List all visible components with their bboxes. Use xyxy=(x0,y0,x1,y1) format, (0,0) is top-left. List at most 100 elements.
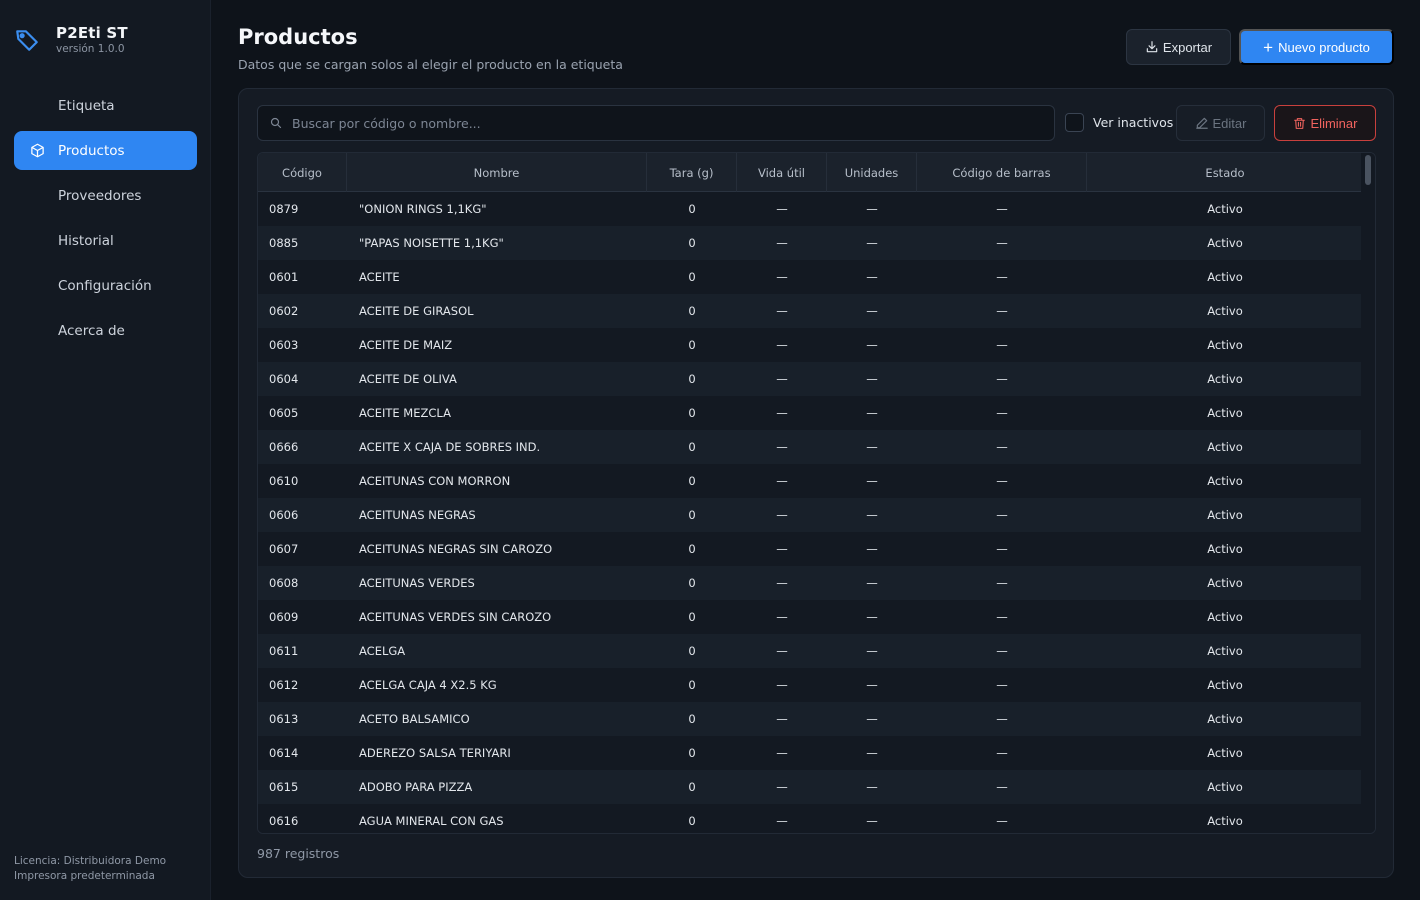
cell-tara: 0 xyxy=(688,304,696,318)
column-header-vida-util[interactable]: Vida útil xyxy=(737,153,827,192)
cell-vida-util: — xyxy=(776,678,788,692)
cell-codigo: 0609 xyxy=(269,610,299,624)
cell-unidades: — xyxy=(866,576,878,590)
table-row[interactable]: 0666 ACEITE X CAJA DE SOBRES IND. 0 — — — Acti… xyxy=(258,430,1363,464)
pencil-icon xyxy=(1195,117,1208,129)
table-row[interactable]: 0604 ACEITE DE OLIVA 0 — — — Activo xyxy=(258,362,1363,396)
sidebar-item-label: Acerca de xyxy=(58,322,125,339)
sidebar-item-proveedores[interactable]: Proveedores xyxy=(14,176,197,215)
table-row[interactable]: 0607 ACEITUNAS NEGRAS SIN CAROZO 0 — — — Activ… xyxy=(258,532,1363,566)
cell-tara: 0 xyxy=(688,746,696,760)
show-inactive-checkbox[interactable] xyxy=(1065,113,1084,132)
table-row[interactable]: 0615 ADOBO PARA PIZZA 0 — — — Activo xyxy=(258,770,1363,804)
sidebar-item-productos[interactable]: Productos xyxy=(14,131,197,170)
cell-tara: 0 xyxy=(688,202,696,216)
table-row[interactable]: 0611 ACELGA 0 — — — Activo xyxy=(258,634,1363,668)
cell-unidades: — xyxy=(866,304,878,318)
cell-vida-util: — xyxy=(776,236,788,250)
table-row[interactable]: 0601 ACEITE 0 — — — Activo xyxy=(258,260,1363,294)
cell-estado: Activo xyxy=(1207,440,1243,454)
export-button[interactable]: Exportar xyxy=(1126,29,1231,65)
sidebar-nav: Etiqueta Productos Proveedores Historial… xyxy=(14,86,197,356)
cell-tara: 0 xyxy=(688,372,696,386)
cell-codigo: 0611 xyxy=(269,644,299,658)
record-count: 987 registros xyxy=(257,846,340,861)
search-input[interactable] xyxy=(292,106,1042,140)
cell-nombre: ACELGA xyxy=(359,644,406,658)
table-row[interactable]: 0885 "PAPAS NOISETTE 1,1KG" 0 — — — Activo xyxy=(258,226,1363,260)
column-header-estado[interactable]: Estado xyxy=(1087,153,1363,192)
printer-text: Impresora predeterminada xyxy=(14,870,155,882)
edit-button[interactable]: Editar xyxy=(1176,105,1265,141)
cell-unidades: — xyxy=(866,202,878,216)
cell-tara: 0 xyxy=(688,644,696,658)
cell-codigo: 0666 xyxy=(269,440,299,454)
page-subtitle: Datos que se cargan solos al elegir el p… xyxy=(238,57,623,72)
cell-unidades: — xyxy=(866,542,878,556)
products-table: Código Nombre Tara (g) Vida útil Unidade… xyxy=(257,152,1376,834)
table-row[interactable]: 0610 ACEITUNAS CON MORRON 0 — — — Activo xyxy=(258,464,1363,498)
sidebar-item-etiqueta[interactable]: Etiqueta xyxy=(14,86,197,125)
cell-vida-util: — xyxy=(776,474,788,488)
cell-vida-util: — xyxy=(776,440,788,454)
cell-nombre: ACETO BALSAMICO xyxy=(359,712,470,726)
cell-estado: Activo xyxy=(1207,338,1243,352)
tag-icon xyxy=(16,30,38,51)
cell-estado: Activo xyxy=(1207,270,1243,284)
scrollbar-thumb[interactable] xyxy=(1365,155,1371,185)
cell-estado: Activo xyxy=(1207,644,1243,658)
cell-codigo: 0604 xyxy=(269,372,299,386)
cell-codigo-barras: — xyxy=(996,712,1008,726)
table-row[interactable]: 0605 ACEITE MEZCLA 0 — — — Activo xyxy=(258,396,1363,430)
column-header-nombre[interactable]: Nombre xyxy=(347,153,647,192)
cell-tara: 0 xyxy=(688,270,696,284)
sidebar-item-acerca-de[interactable]: Acerca de xyxy=(14,311,197,350)
table-row[interactable]: 0608 ACEITUNAS VERDES 0 — — — Activo xyxy=(258,566,1363,600)
cell-estado: Activo xyxy=(1207,780,1243,794)
cell-tara: 0 xyxy=(688,678,696,692)
cell-codigo: 0612 xyxy=(269,678,299,692)
table-row[interactable]: 0616 AGUA MINERAL CON GAS 0 — — — Activo xyxy=(258,804,1363,833)
show-inactive-toggle[interactable]: Ver inactivos xyxy=(1065,113,1173,132)
table-row[interactable]: 0612 ACELGA CAJA 4 X2.5 KG 0 — — — Activo xyxy=(258,668,1363,702)
table-scrollbar[interactable] xyxy=(1361,153,1375,833)
plus-icon: + xyxy=(1263,37,1274,57)
delete-button[interactable]: Eliminar xyxy=(1274,105,1376,141)
cell-codigo: 0602 xyxy=(269,304,299,318)
column-header-unidades[interactable]: Unidades xyxy=(827,153,917,192)
search-box xyxy=(257,105,1055,141)
cell-codigo-barras: — xyxy=(996,270,1008,284)
table-row[interactable]: 0602 ACEITE DE GIRASOL 0 — — — Activo xyxy=(258,294,1363,328)
cell-tara: 0 xyxy=(688,474,696,488)
cell-nombre: ADOBO PARA PIZZA xyxy=(359,780,473,794)
table-row[interactable]: 0613 ACETO BALSAMICO 0 — — — Activo xyxy=(258,702,1363,736)
sidebar-item-historial[interactable]: Historial xyxy=(14,221,197,260)
cell-codigo: 0885 xyxy=(269,236,299,250)
cell-codigo-barras: — xyxy=(996,406,1008,420)
table-row[interactable]: 0879 "ONION RINGS 1,1KG" 0 — — — Activo xyxy=(258,192,1363,226)
new-product-button[interactable]: + Nuevo producto xyxy=(1239,29,1394,65)
cell-codigo-barras: — xyxy=(996,746,1008,760)
trash-icon xyxy=(1293,117,1305,129)
sidebar-item-label: Etiqueta xyxy=(58,97,115,114)
cell-nombre: ACELGA CAJA 4 X2.5 KG xyxy=(359,678,497,692)
column-header-tara[interactable]: Tara (g) xyxy=(647,153,737,192)
cell-tara: 0 xyxy=(688,440,696,454)
cell-vida-util: — xyxy=(776,338,788,352)
cell-vida-util: — xyxy=(776,746,788,760)
cell-codigo-barras: — xyxy=(996,474,1008,488)
sidebar-item-configuracion[interactable]: Configuración xyxy=(14,266,197,305)
cell-tara: 0 xyxy=(688,576,696,590)
table-row[interactable]: 0614 ADEREZO SALSA TERIYARI 0 — — — Activo xyxy=(258,736,1363,770)
cell-nombre: ACEITE xyxy=(359,270,400,284)
column-header-codigo-barras[interactable]: Código de barras xyxy=(917,153,1087,192)
table-row[interactable]: 0609 ACEITUNAS VERDES SIN CAROZO 0 — — — Activ… xyxy=(258,600,1363,634)
table-body: 0879 "ONION RINGS 1,1KG" 0 — — — Activo 0885 "PA… xyxy=(258,192,1363,833)
cell-codigo-barras: — xyxy=(996,508,1008,522)
column-header-codigo[interactable]: Código xyxy=(258,153,347,192)
cell-vida-util: — xyxy=(776,542,788,556)
cell-estado: Activo xyxy=(1207,576,1243,590)
table-row[interactable]: 0606 ACEITUNAS NEGRAS 0 — — — Activo xyxy=(258,498,1363,532)
cell-unidades: — xyxy=(866,746,878,760)
table-row[interactable]: 0603 ACEITE DE MAIZ 0 — — — Activo xyxy=(258,328,1363,362)
